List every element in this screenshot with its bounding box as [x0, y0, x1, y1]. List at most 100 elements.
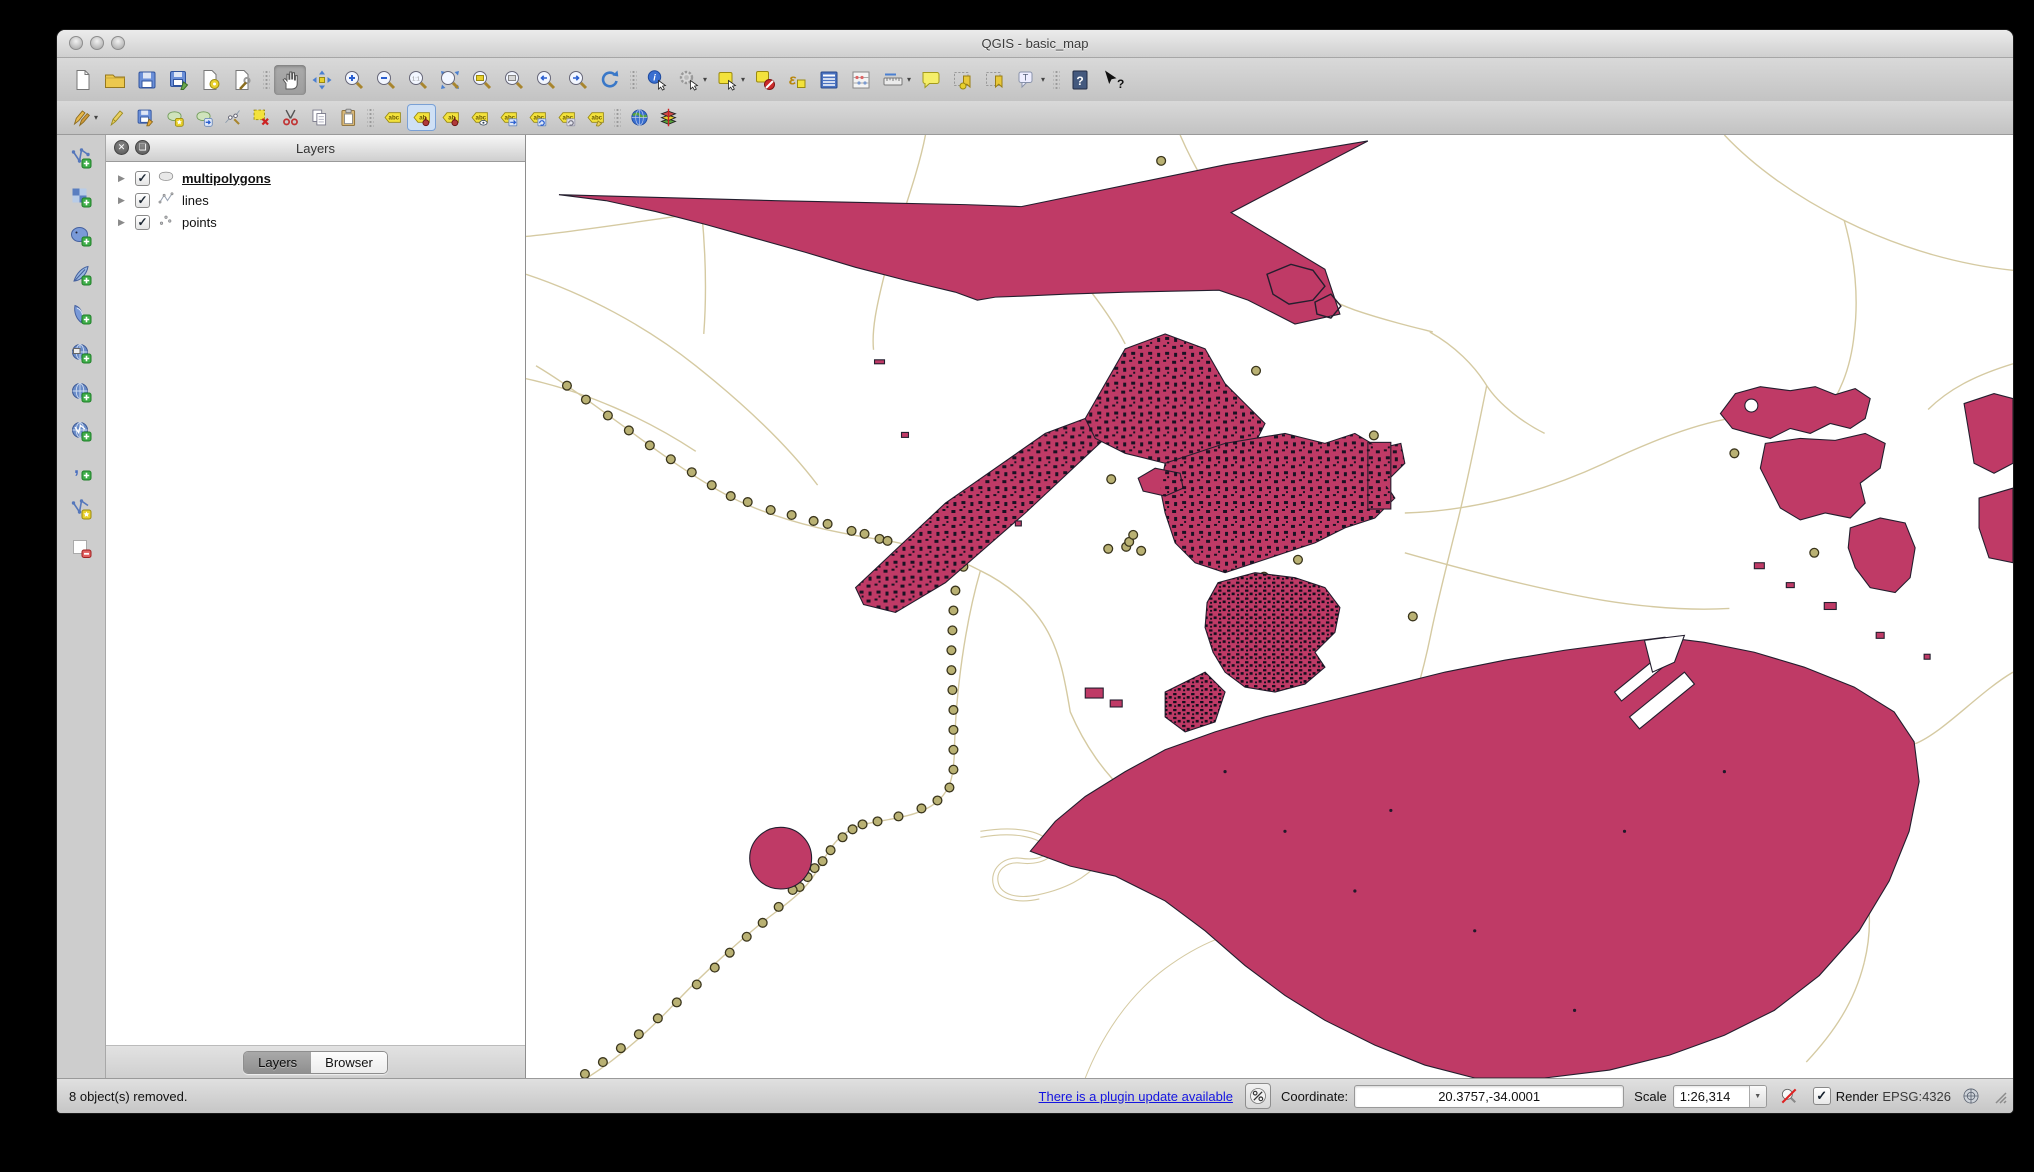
zoom-to-selection-button[interactable] — [466, 65, 498, 95]
pan-to-selection-button[interactable] — [306, 65, 338, 95]
expand-arrow-icon[interactable]: ▶ — [118, 217, 128, 228]
panel-close-icon[interactable]: ✕ — [114, 140, 129, 155]
layer-visibility-checkbox[interactable]: ✓ — [135, 193, 150, 208]
deselect-features-button[interactable] — [749, 65, 781, 95]
map-canvas[interactable] — [526, 135, 2013, 1078]
paste-features-button[interactable] — [334, 104, 363, 131]
panel-float-icon[interactable]: ❏ — [135, 140, 150, 155]
add-feature-button[interactable] — [160, 104, 189, 131]
tab-browser[interactable]: Browser — [311, 1052, 387, 1073]
map-tips-icon — [919, 68, 943, 92]
pan-map-button[interactable] — [274, 65, 306, 95]
tab-layers[interactable]: Layers — [244, 1052, 311, 1073]
refresh-map-button[interactable] — [594, 65, 626, 95]
whats-this-button[interactable]: ? — [1096, 65, 1128, 95]
show-bookmarks-button[interactable] — [979, 65, 1011, 95]
help-button[interactable]: ? — [1064, 65, 1096, 95]
add-wms-layer-button[interactable] — [65, 338, 97, 368]
add-wcs-layer-button[interactable] — [65, 377, 97, 407]
new-bookmark-button[interactable] — [947, 65, 979, 95]
zoom-in-button[interactable] — [338, 65, 370, 95]
coordinate-input[interactable]: 20.3757,-34.0001 — [1354, 1085, 1624, 1108]
chevron-down-icon[interactable]: ▼ — [1749, 1086, 1766, 1107]
plugin-update-link[interactable]: There is a plugin update available — [1039, 1089, 1233, 1104]
add-vector-layer-button[interactable] — [65, 143, 97, 173]
zoom-out-button[interactable] — [370, 65, 402, 95]
label-move-button[interactable]: abc — [494, 104, 523, 131]
cut-features-button[interactable] — [276, 104, 305, 131]
copy-features-icon — [309, 107, 330, 128]
minimize-button[interactable] — [90, 36, 104, 50]
labeling-button[interactable]: abc — [378, 104, 407, 131]
zoom-next-button[interactable] — [562, 65, 594, 95]
crs-status-icon[interactable] — [1959, 1084, 1983, 1108]
layer-label[interactable]: lines — [182, 193, 209, 208]
text-annotation-button[interactable]: T — [1011, 65, 1043, 95]
web-globe-plugin-button[interactable] — [625, 104, 654, 131]
toggle-editing-button[interactable] — [102, 104, 131, 131]
label-pin-button[interactable]: ab — [407, 104, 436, 131]
remove-layer-button[interactable] — [65, 533, 97, 563]
layer-item-points[interactable]: ▶ ✓ points — [106, 211, 525, 233]
layer-item-multipolygons[interactable]: ▶ ✓ multipolygons — [106, 167, 525, 189]
add-raster-layer-button[interactable] — [65, 182, 97, 212]
zoom-button[interactable] — [111, 36, 125, 50]
open-attribute-table-button[interactable] — [813, 65, 845, 95]
scale-combo[interactable]: 1:26,314 ▼ — [1673, 1085, 1767, 1108]
add-wfs-layer-button[interactable] — [65, 416, 97, 446]
layer-label[interactable]: multipolygons — [182, 171, 271, 186]
label-rotate-button[interactable]: abc — [523, 104, 552, 131]
save-project-button[interactable] — [131, 65, 163, 95]
save-layer-edits-button[interactable] — [131, 104, 160, 131]
label-change-button[interactable]: abc — [552, 104, 581, 131]
new-shapefile-layer-button[interactable] — [65, 494, 97, 524]
layer-visibility-checkbox[interactable]: ✓ — [135, 215, 150, 230]
measure-button[interactable] — [877, 65, 909, 95]
select-features-icon — [715, 68, 739, 92]
add-postgis-layer-button[interactable] — [65, 221, 97, 251]
move-feature-button[interactable] — [189, 104, 218, 131]
new-project-icon — [71, 68, 95, 92]
zoom-full-extent-icon — [438, 68, 462, 92]
plugin-icon[interactable] — [1245, 1083, 1271, 1109]
run-feature-action-button[interactable] — [673, 65, 705, 95]
field-calculator-button[interactable] — [845, 65, 877, 95]
add-delimited-text-layer-button[interactable]: , — [65, 455, 97, 485]
label-show-hide-button[interactable]: abc — [465, 104, 494, 131]
save-project-as-button[interactable] — [163, 65, 195, 95]
new-project-button[interactable] — [67, 65, 99, 95]
layer-label[interactable]: points — [182, 215, 217, 230]
zoom-full-extent-button[interactable] — [434, 65, 466, 95]
digitizing-toolbar: ▾abcabababcabcabcabcabc — [57, 101, 2013, 135]
copy-features-button[interactable] — [305, 104, 334, 131]
node-tool-button[interactable] — [218, 104, 247, 131]
add-spatialite-layer-button[interactable] — [65, 260, 97, 290]
layer-visibility-checkbox[interactable]: ✓ — [135, 171, 150, 186]
new-print-composer-button[interactable] — [195, 65, 227, 95]
select-features-button[interactable] — [711, 65, 743, 95]
label-change-icon: abc — [556, 107, 577, 128]
label-properties-button[interactable]: abc — [581, 104, 610, 131]
open-project-button[interactable] — [99, 65, 131, 95]
zoom-in-icon — [342, 68, 366, 92]
current-edits-button[interactable] — [67, 104, 96, 131]
zoom-to-layer-button[interactable] — [498, 65, 530, 95]
zoom-actual-size-button[interactable]: 1:1 — [402, 65, 434, 95]
delete-selected-button[interactable] — [247, 104, 276, 131]
add-mssql-layer-button[interactable] — [65, 299, 97, 329]
label-hold-button[interactable]: ab — [436, 104, 465, 131]
close-button[interactable] — [69, 36, 83, 50]
layer-item-lines[interactable]: ▶ ✓ lines — [106, 189, 525, 211]
render-checkbox[interactable]: ✓ — [1813, 1087, 1831, 1105]
open-project-icon — [103, 68, 127, 92]
resize-grip[interactable] — [1991, 1088, 2007, 1104]
select-by-expression-button[interactable]: ε — [781, 65, 813, 95]
expand-arrow-icon[interactable]: ▶ — [118, 195, 128, 206]
map-tips-button[interactable] — [915, 65, 947, 95]
identify-features-button[interactable]: i — [641, 65, 673, 95]
zoom-last-button[interactable] — [530, 65, 562, 95]
composer-manager-button[interactable] — [227, 65, 259, 95]
layers-plugin-button[interactable] — [654, 104, 683, 131]
stop-render-icon[interactable] — [1777, 1084, 1801, 1108]
expand-arrow-icon[interactable]: ▶ — [118, 173, 128, 184]
